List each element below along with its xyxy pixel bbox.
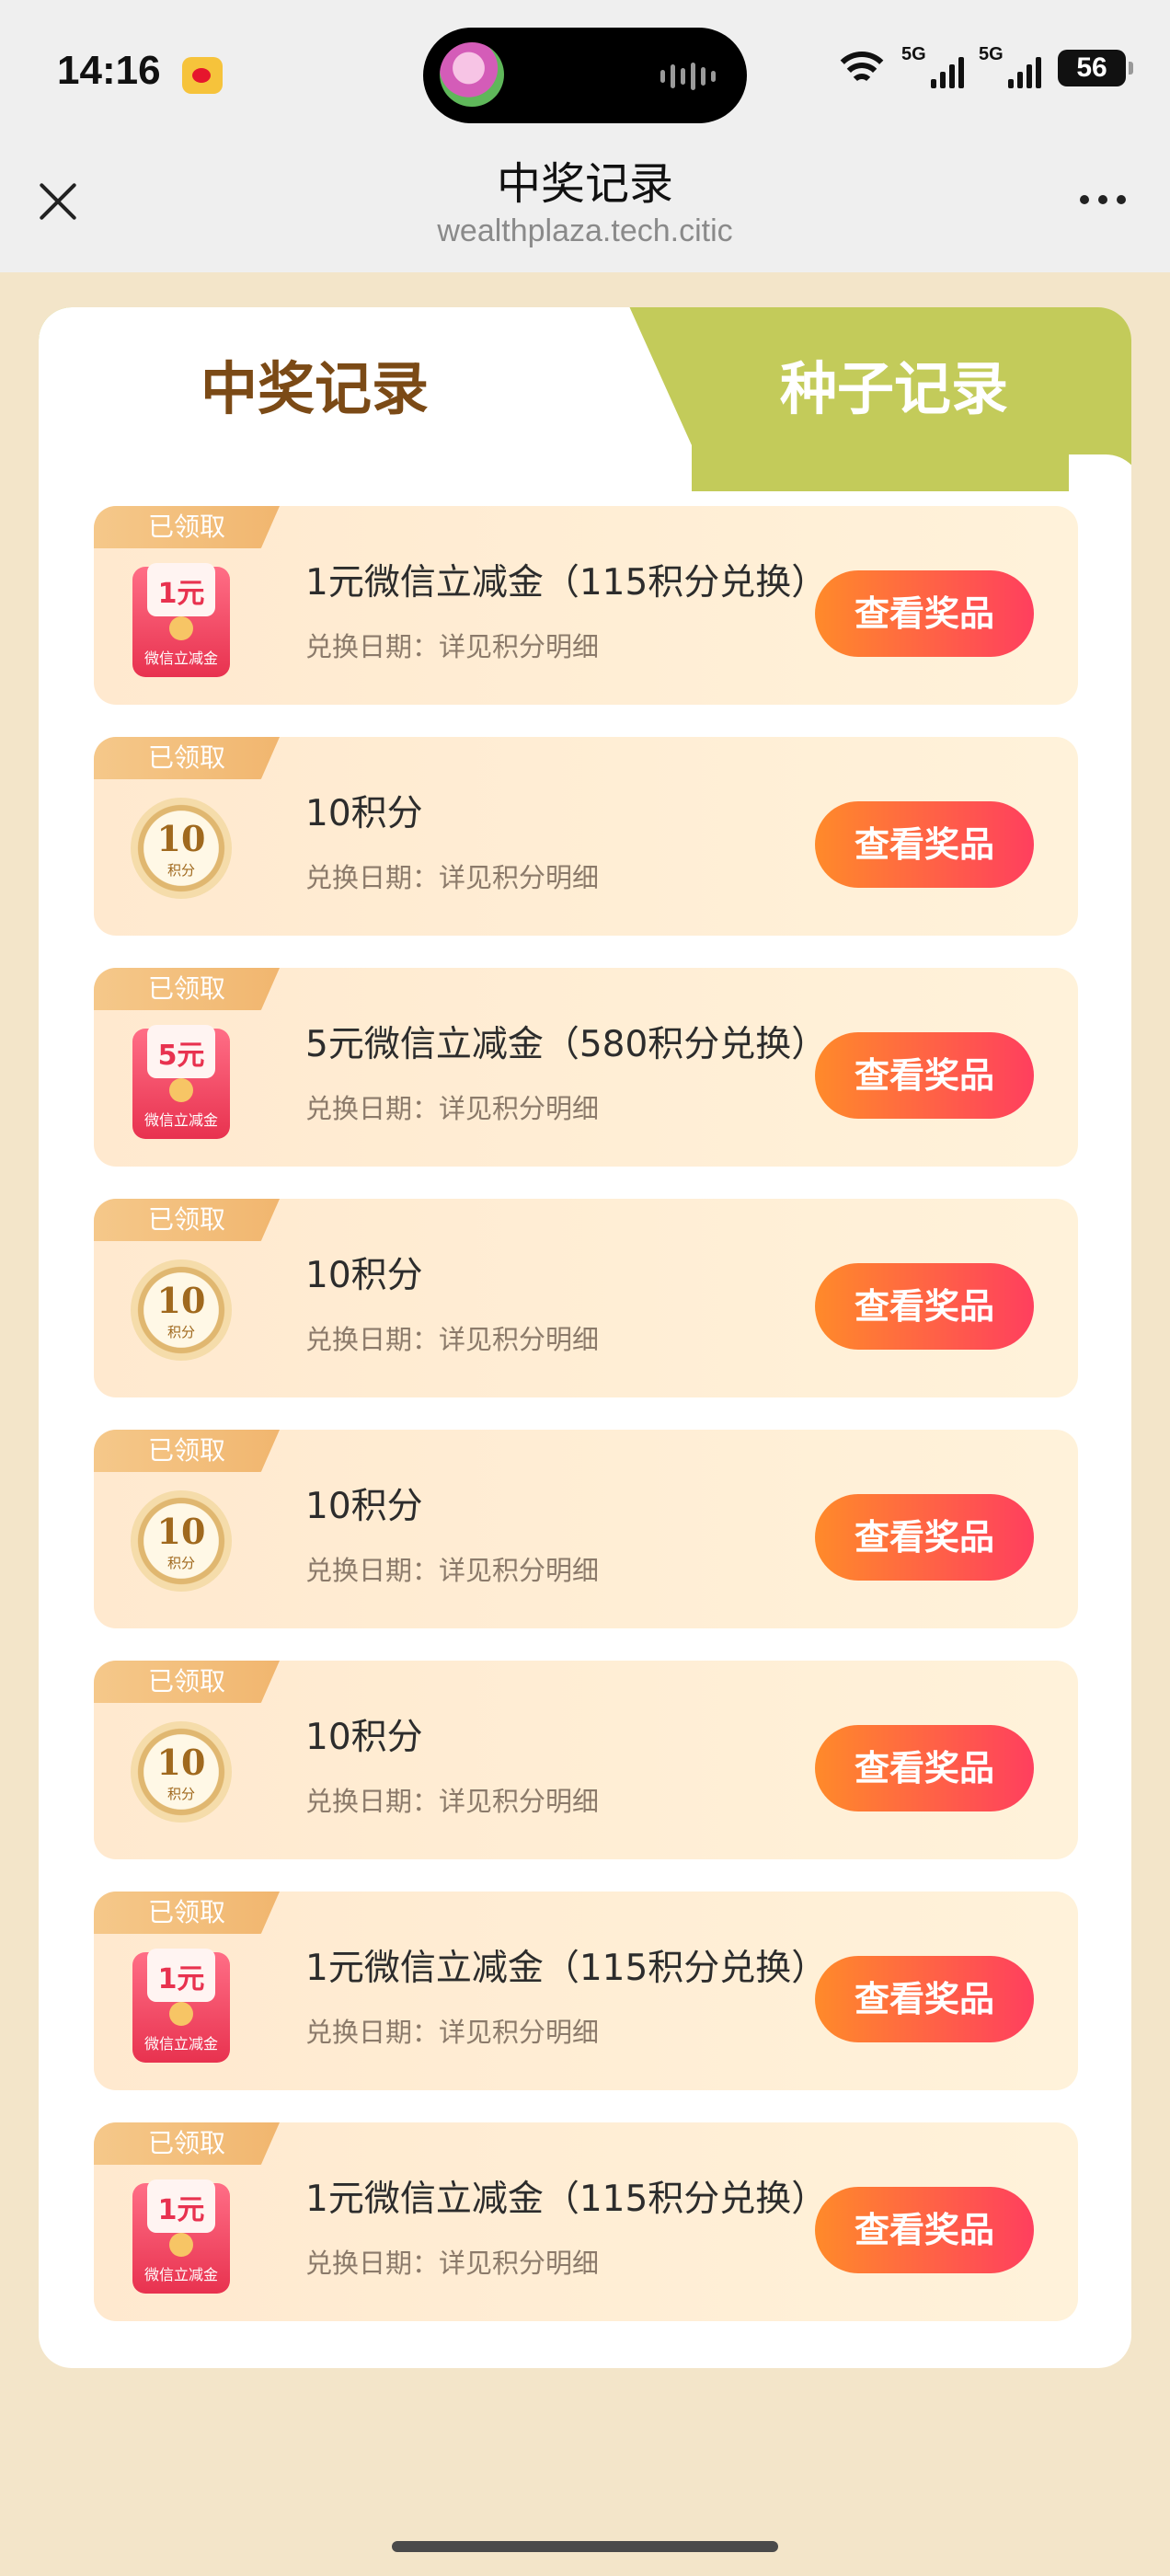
envelope-amount: 1元: [157, 1963, 205, 1995]
prize-title: 10积分: [305, 793, 423, 834]
records-panel: 中奖记录 种子记录 已领取 1元 微信立减金 1元微信立减金（115积分兑换） 兑…: [39, 307, 1131, 2368]
prize-record-list: 已领取 1元 微信立减金 1元微信立减金（115积分兑换） 兑换日期：详见积分明细…: [94, 506, 1078, 2353]
red-envelope-icon: 5元微信立减金: [127, 1025, 237, 1139]
coin-amount: 10: [156, 1511, 206, 1552]
yuan-seal-icon: [169, 2233, 193, 2257]
redeem-date: 兑换日期：详见积分明细: [305, 1093, 600, 1124]
coin-amount: 10: [156, 1280, 206, 1321]
red-envelope-icon: 1元微信立减金: [127, 2179, 237, 2294]
coin-label: 积分: [166, 1555, 195, 1571]
prize-record-card: 已领取 1元微信立减金 1元微信立减金（115积分兑换） 兑换日期：详见积分明细…: [94, 506, 1078, 705]
envelope-amount: 1元: [157, 2194, 205, 2226]
yuan-seal-icon: [169, 1078, 193, 1102]
avatar-icon: [440, 42, 504, 107]
prize-record-card: 已领取 1元微信立减金 1元微信立减金（115积分兑换） 兑换日期：详见积分明细…: [94, 1892, 1078, 2090]
prize-record-card: 已领取 10 积分 10积分 兑换日期：详见积分明细 查看奖品: [94, 1661, 1078, 1859]
status-time: 14:16: [57, 48, 161, 93]
prize-record-card: 已领取 5元微信立减金 5元微信立减金（580积分兑换） 兑换日期：详见积分明细…: [94, 968, 1078, 1167]
view-prize-button[interactable]: 查看奖品: [815, 1263, 1034, 1350]
prize-title: 10积分: [305, 1486, 423, 1527]
view-prize-button[interactable]: 查看奖品: [815, 1032, 1034, 1119]
yuan-seal-icon: [169, 616, 193, 640]
points-coin-icon: 10 积分: [127, 1490, 237, 1601]
prize-record-card: 已领取 10 积分 10积分 兑换日期：详见积分明细 查看奖品: [94, 737, 1078, 936]
envelope-label: 微信立减金: [143, 2035, 218, 2053]
redeem-date: 兑换日期：详见积分明细: [305, 2017, 600, 2048]
tab-seed-records-label[interactable]: 种子记录: [664, 342, 1124, 425]
prize-record-card: 已领取 10 积分 10积分 兑换日期：详见积分明细 查看奖品: [94, 1430, 1078, 1628]
points-coin-icon: 10 积分: [127, 1259, 237, 1370]
points-coin-icon: 10 积分: [127, 1721, 237, 1832]
points-coin-icon: 10 积分: [127, 798, 237, 908]
claimed-status-badge: 已领取: [94, 1199, 280, 1241]
tab-prize-records-label[interactable]: 中奖记录: [39, 342, 591, 425]
coin-label: 积分: [166, 1786, 195, 1802]
cellular-signal-icon: 5G: [979, 44, 1041, 88]
network-type-label: 5G: [901, 44, 926, 64]
prize-title: 1元微信立减金（115积分兑换）: [305, 1948, 828, 1989]
envelope-amount: 1元: [157, 578, 205, 610]
coin-amount: 10: [156, 818, 206, 859]
yuan-seal-icon: [169, 2002, 193, 2026]
claimed-status-badge: 已领取: [94, 2122, 280, 2165]
coin-label: 积分: [166, 1324, 195, 1340]
network-type-label: 5G: [979, 44, 1004, 64]
page-domain: wealthplaza.tech.citic: [437, 213, 733, 248]
weibo-icon: [182, 57, 223, 94]
redeem-date: 兑换日期：详见积分明细: [305, 1324, 600, 1355]
view-prize-button[interactable]: 查看奖品: [815, 1494, 1034, 1581]
claimed-status-badge: 已领取: [94, 968, 280, 1010]
page-title: 中奖记录: [496, 158, 673, 210]
status-bar: 14:16 5G 5G 56: [0, 0, 1170, 147]
claimed-status-badge: 已领取: [94, 506, 280, 548]
claimed-status-badge: 已领取: [94, 1430, 280, 1472]
redeem-date: 兑换日期：详见积分明细: [305, 631, 600, 662]
prize-title: 10积分: [305, 1717, 423, 1758]
envelope-label: 微信立减金: [143, 1111, 218, 1129]
redeem-date: 兑换日期：详见积分明细: [305, 2248, 600, 2279]
red-envelope-icon: 1元微信立减金: [127, 1949, 237, 2063]
prize-title: 1元微信立减金（115积分兑换）: [305, 2179, 828, 2220]
home-indicator[interactable]: [392, 2541, 778, 2552]
redeem-date: 兑换日期：详见积分明细: [305, 1786, 600, 1817]
claimed-status-badge: 已领取: [94, 1892, 280, 1934]
coin-label: 积分: [166, 862, 195, 879]
claimed-status-badge: 已领取: [94, 737, 280, 779]
view-prize-button[interactable]: 查看奖品: [815, 1725, 1034, 1811]
status-indicators: 5G 5G 56: [837, 44, 1133, 88]
envelope-amount: 5元: [157, 1040, 205, 1072]
prize-title: 10积分: [305, 1255, 423, 1296]
battery-icon: 56: [1058, 50, 1133, 86]
audio-wave-icon: [660, 63, 716, 90]
cellular-signal-icon: 5G: [901, 44, 964, 88]
view-prize-button[interactable]: 查看奖品: [815, 1956, 1034, 2042]
view-prize-button[interactable]: 查看奖品: [815, 2187, 1034, 2273]
envelope-label: 微信立减金: [143, 2266, 218, 2283]
more-options-icon[interactable]: [1080, 195, 1126, 204]
dynamic-island[interactable]: [423, 28, 747, 123]
redeem-date: 兑换日期：详见积分明细: [305, 862, 600, 893]
wifi-icon: [837, 48, 887, 88]
claimed-status-badge: 已领取: [94, 1661, 280, 1703]
redeem-date: 兑换日期：详见积分明细: [305, 1555, 600, 1586]
prize-record-card: 已领取 10 积分 10积分 兑换日期：详见积分明细 查看奖品: [94, 1199, 1078, 1397]
prize-title: 5元微信立减金（580积分兑换）: [305, 1024, 828, 1065]
prize-record-card: 已领取 1元微信立减金 1元微信立减金（115积分兑换） 兑换日期：详见积分明细…: [94, 2122, 1078, 2321]
coin-amount: 10: [156, 1742, 206, 1783]
view-prize-button[interactable]: 查看奖品: [815, 570, 1034, 657]
view-prize-button[interactable]: 查看奖品: [815, 801, 1034, 888]
red-envelope-icon: 1元微信立减金: [127, 563, 237, 677]
envelope-label: 微信立减金: [143, 650, 218, 667]
prize-title: 1元微信立减金（115积分兑换）: [305, 562, 828, 604]
